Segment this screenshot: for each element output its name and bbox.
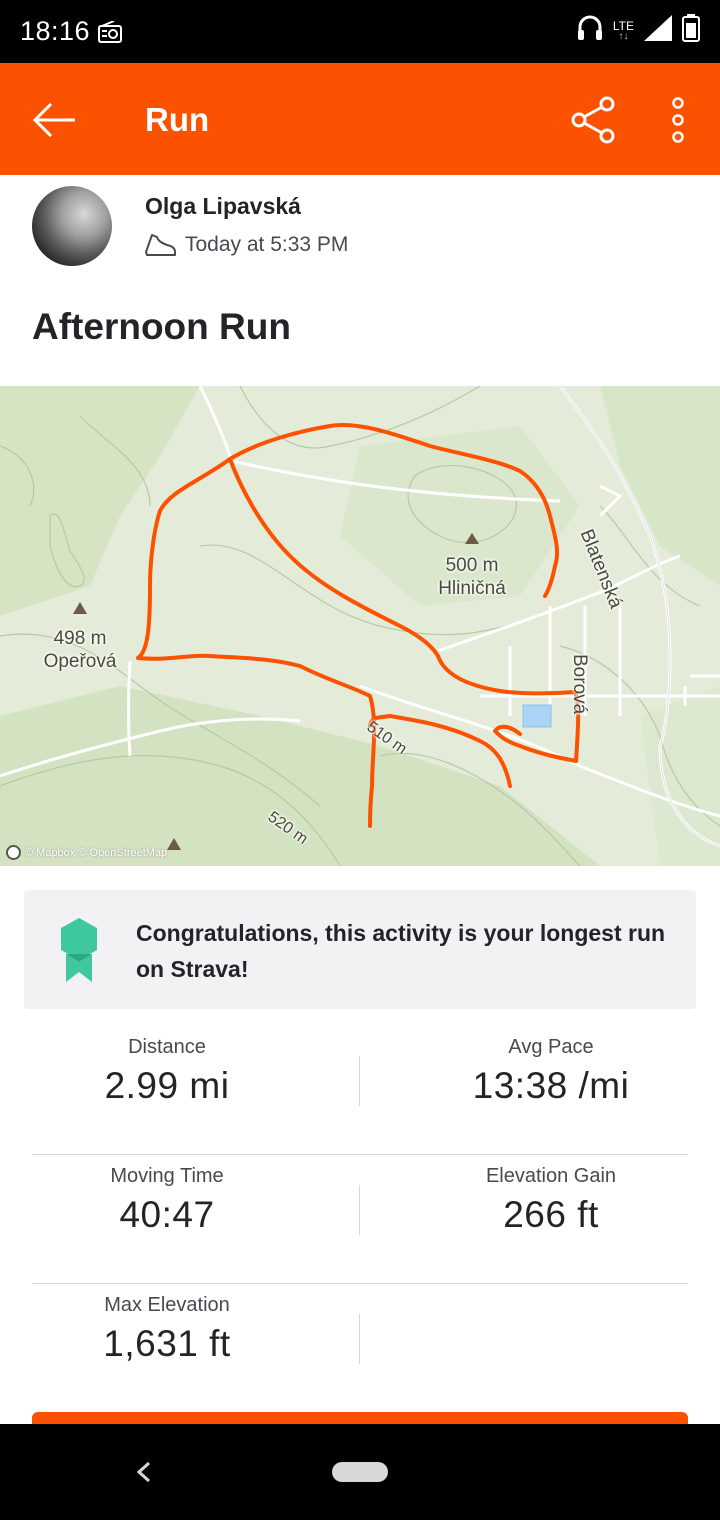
stat-row: Distance 2.99 mi Avg Pace 13:38 /mi (32, 1026, 688, 1155)
status-bar: 18:16 LTE ↑↓ (0, 0, 720, 63)
back-button[interactable] (28, 93, 82, 147)
shoe-icon (145, 234, 176, 256)
stat-label: Moving Time (110, 1165, 224, 1187)
stat-avg-pace: Avg Pace 13:38 /mi (416, 1036, 686, 1107)
stat-value: 13:38 /mi (472, 1065, 630, 1106)
more-options-button[interactable] (658, 93, 698, 147)
stat-row: Max Elevation 1,631 ft (32, 1284, 688, 1413)
peak-label-operova: 498 m Opeřová (43, 628, 117, 672)
stat-value: 266 ft (503, 1194, 599, 1235)
stat-max-elevation: Max Elevation 1,631 ft (32, 1294, 302, 1365)
achievement-text: Congratulations, this activity is your l… (136, 920, 666, 982)
battery-icon (682, 14, 700, 47)
share-icon (571, 96, 615, 144)
stat-label: Distance (128, 1036, 206, 1058)
stat-elevation-gain: Elevation Gain 266 ft (416, 1165, 686, 1236)
headphones-icon (577, 14, 603, 47)
stat-value: 2.99 mi (104, 1065, 230, 1106)
stat-label: Max Elevation (104, 1294, 230, 1316)
system-nav-bar (0, 1424, 720, 1520)
mapbox-logo-icon (6, 845, 21, 860)
nav-home-pill[interactable] (332, 1462, 388, 1482)
lte-indicator: LTE ↑↓ (612, 18, 634, 42)
achievement-badge-icon (61, 918, 97, 982)
nav-back-button[interactable] (126, 1454, 162, 1490)
stat-row: Moving Time 40:47 Elevation Gain 266 ft (32, 1155, 688, 1284)
route-map[interactable]: 500 m Hliničná 498 m Opeřová Blatenská B… (0, 386, 720, 866)
stat-label: Elevation Gain (485, 1165, 617, 1187)
activity-title: Afternoon Run (32, 306, 291, 347)
stat-distance: Distance 2.99 mi (32, 1036, 302, 1107)
activity-timestamp: Today at 5:33 PM (185, 233, 349, 256)
stats-grid: Distance 2.99 mi Avg Pace 13:38 /mi Movi… (32, 1026, 688, 1413)
peak-icon (73, 602, 87, 614)
stat-label: Avg Pace (508, 1036, 594, 1058)
street-label-borova: Borová (569, 654, 590, 715)
activity-meta: Today at 5:33 PM (143, 232, 348, 258)
page-title: Run (145, 101, 210, 138)
pond (522, 704, 552, 728)
avatar[interactable] (32, 186, 112, 266)
athlete-name[interactable]: Olga Lipavská (145, 193, 301, 220)
stat-value: 40:47 (119, 1194, 215, 1235)
status-time: 18:16 (20, 16, 91, 46)
share-button[interactable] (566, 93, 620, 147)
peak-label-hlinicna: 500 m Hliničná (438, 555, 506, 599)
signal-icon (644, 15, 672, 46)
map-attribution[interactable]: © Mapbox © OpenStreetMap (6, 845, 167, 860)
more-vertical-icon (672, 97, 684, 143)
app-bar: Run (0, 63, 720, 175)
stat-moving-time: Moving Time 40:47 (32, 1165, 302, 1236)
radio-icon (98, 20, 122, 48)
chevron-left-icon (136, 1461, 151, 1483)
divider (359, 1185, 360, 1235)
arrow-left-icon (33, 102, 75, 138)
achievement-card[interactable]: Congratulations, this activity is your l… (24, 890, 696, 1009)
divider (359, 1314, 360, 1364)
stat-value: 1,631 ft (103, 1323, 231, 1364)
map-canvas (0, 386, 720, 866)
divider (359, 1056, 360, 1106)
